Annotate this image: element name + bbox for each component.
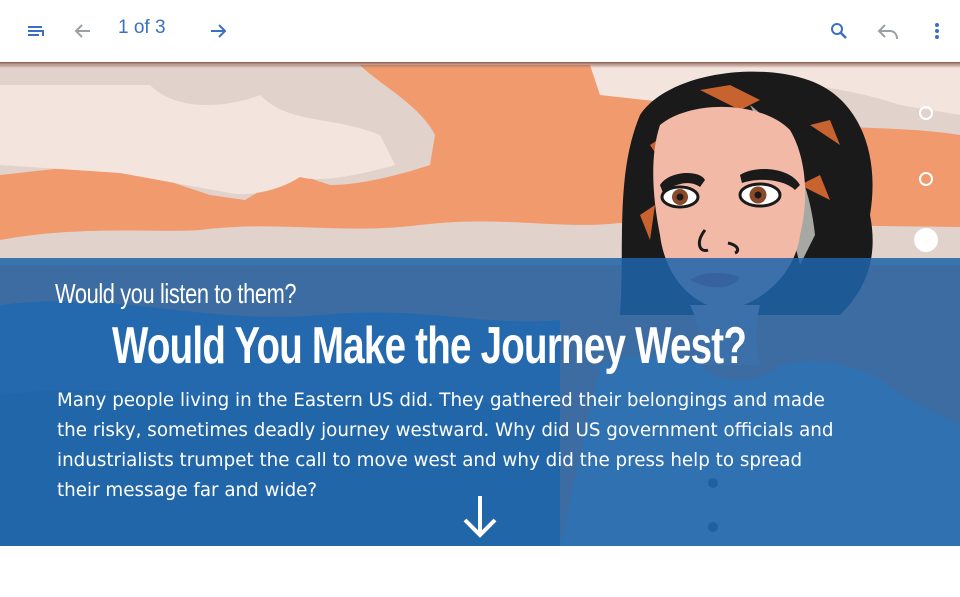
slide-dot-1[interactable] <box>919 106 933 120</box>
hero-subtitle: Would you listen to them? <box>55 278 297 309</box>
page-indicator: 1 of 3 <box>118 17 166 38</box>
next-page-button[interactable] <box>202 15 234 47</box>
scroll-down-button[interactable] <box>461 494 499 538</box>
slide-dot-3-active[interactable] <box>914 228 938 252</box>
more-options-button[interactable] <box>921 15 953 47</box>
search-button[interactable] <box>823 15 855 47</box>
table-of-contents-button[interactable] <box>20 15 52 47</box>
slide-dot-2[interactable] <box>919 172 933 186</box>
more-vert-icon <box>935 23 939 39</box>
hero-body-text: Many people living in the Eastern US did… <box>57 390 834 501</box>
previous-page-button[interactable] <box>67 15 99 47</box>
list-menu-icon <box>28 26 44 36</box>
hero-title: Would You Make the Journey West? <box>112 317 747 375</box>
reply-icon <box>877 24 898 40</box>
search-icon <box>831 23 847 39</box>
arrow-left-icon <box>74 24 90 38</box>
reader-toolbar: 1 of 3 <box>0 0 960 62</box>
arrow-right-icon <box>211 24 227 38</box>
arrow-down-icon <box>463 496 497 538</box>
reply-button[interactable] <box>872 15 904 47</box>
toolbar-shadow <box>0 62 960 68</box>
